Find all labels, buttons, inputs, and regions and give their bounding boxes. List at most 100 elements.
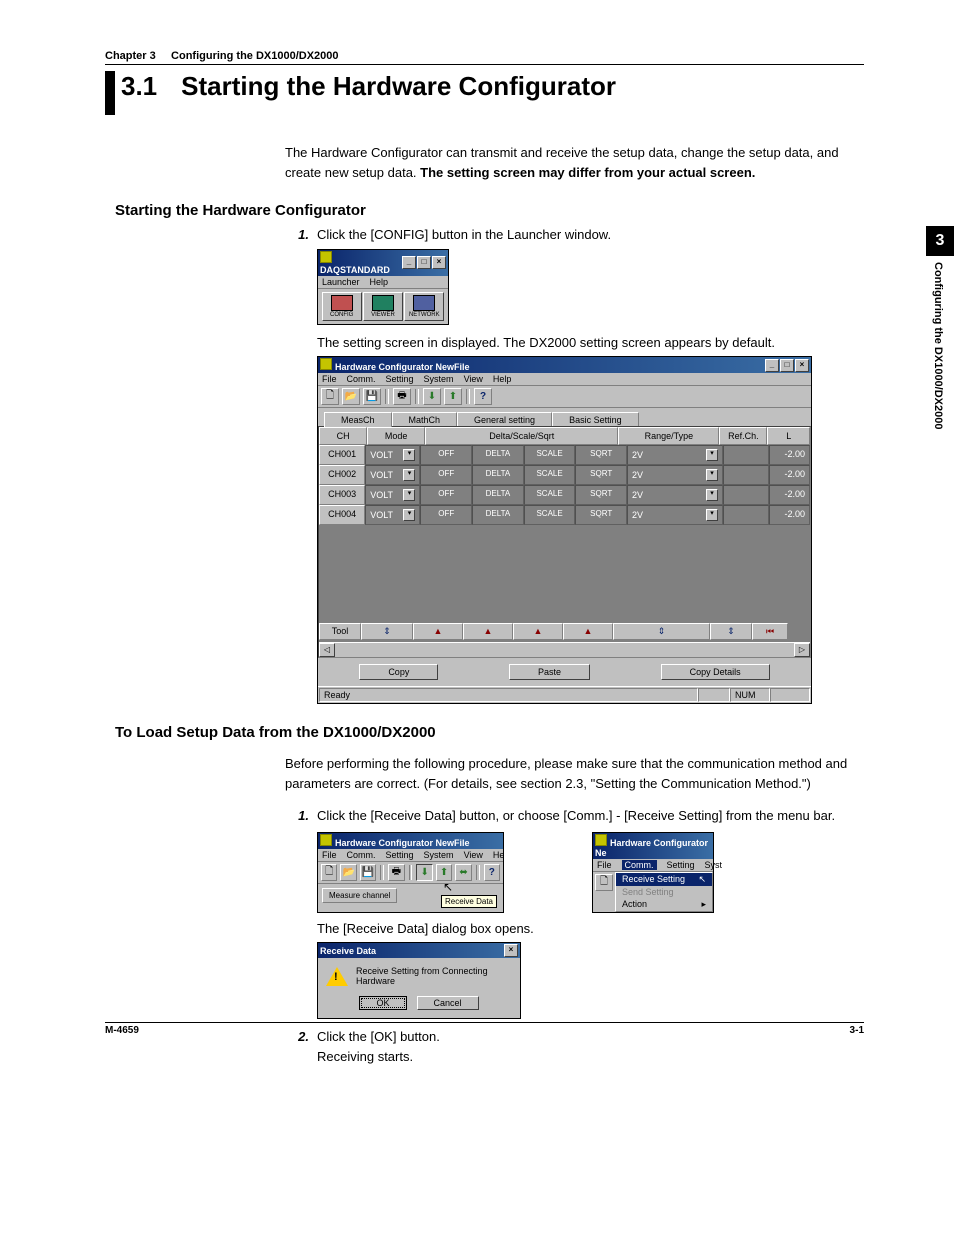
menu-help[interactable]: Help [493,374,512,384]
sqrt-button[interactable]: SQRT [575,465,627,485]
sqrt-button[interactable]: SQRT [575,485,627,505]
scroll-left-icon[interactable]: ◁ [319,643,335,657]
config-button[interactable]: CONFIG [322,292,362,321]
off-button[interactable]: OFF [420,505,472,525]
action-icon[interactable]: ⬌ [455,864,471,881]
tab-measch[interactable]: MeasCh [324,412,392,427]
copy-button[interactable]: Copy [359,664,438,680]
new-icon[interactable]: 🗋 [321,388,339,405]
tool-sort-icon[interactable]: ⇕ [710,623,752,640]
tool-up-icon[interactable]: ▲ [513,623,563,640]
menu-file[interactable]: File [322,374,337,384]
menu-item-receive-setting[interactable]: Receive Setting↖ [616,873,712,886]
receive-data-button[interactable]: ⬇ [416,864,432,881]
open-icon[interactable]: 📂 [340,864,356,881]
mode-dropdown[interactable]: VOLT▾ [365,485,420,505]
menu-help[interactable]: He [493,850,505,860]
delta-button[interactable]: DELTA [472,485,524,505]
menu-system[interactable]: System [424,374,454,384]
menu-system[interactable]: Syst [705,860,723,870]
maximize-icon[interactable]: □ [780,359,794,372]
cancel-button[interactable]: Cancel [417,996,479,1010]
menu-item-action[interactable]: Action▸ [616,898,712,911]
copy-details-button[interactable]: Copy Details [661,664,770,680]
close-icon[interactable]: × [504,944,518,957]
viewer-button[interactable]: VIEWER [363,292,403,321]
minimize-icon[interactable]: _ [765,359,779,372]
mode-dropdown[interactable]: VOLT▾ [365,505,420,525]
off-button[interactable]: OFF [420,465,472,485]
horizontal-scrollbar[interactable]: ◁ ▷ [319,642,810,657]
send-icon[interactable]: ⬆ [436,864,452,881]
menu-file[interactable]: File [322,850,337,860]
tool-sort-icon[interactable]: ⇕ [613,623,710,640]
tool-end-icon[interactable]: ⏮ [752,623,788,640]
tool-up-icon[interactable]: ▲ [463,623,513,640]
scale-button[interactable]: SCALE [524,505,576,525]
open-icon[interactable]: 📂 [342,388,360,405]
minimize-icon[interactable]: _ [402,256,416,269]
tab-basic[interactable]: Basic Setting [552,412,639,427]
menu-view[interactable]: View [464,374,483,384]
ok-button[interactable]: OK [359,996,406,1010]
scale-button[interactable]: SCALE [524,465,576,485]
network-button[interactable]: NETWORK [404,292,444,321]
menu-file[interactable]: File [597,860,612,870]
delta-button[interactable]: DELTA [472,445,524,465]
range-dropdown[interactable]: 2V▾ [627,485,723,505]
tab-general[interactable]: General setting [457,412,552,427]
print-icon[interactable]: 🖶 [388,864,404,881]
menu-system[interactable]: System [424,850,454,860]
new-icon[interactable]: 🗋 [595,874,613,891]
scale-button[interactable]: SCALE [524,445,576,465]
send-icon[interactable]: ⬆ [444,388,462,405]
paste-button[interactable]: Paste [509,664,590,680]
receive-icon[interactable]: ⬇ [423,388,441,405]
save-icon[interactable]: 💾 [363,388,381,405]
print-icon[interactable]: 🖶 [393,388,411,405]
scroll-right-icon[interactable]: ▷ [794,643,810,657]
close-icon[interactable]: × [795,359,809,372]
menu-setting[interactable]: Setting [667,860,695,870]
refch-cell[interactable] [723,485,769,505]
launcher-menu-item[interactable]: Help [370,277,389,287]
scale-button[interactable]: SCALE [524,485,576,505]
range-dropdown[interactable]: 2V▾ [627,505,723,525]
l-cell[interactable]: -2.00 [769,465,810,485]
grid-tool-row: Tool ⇕ ▲ ▲ ▲ ▲ ⇕ ⇕ ⏮ [319,623,810,640]
menu-comm[interactable]: Comm. [347,374,376,384]
l-cell[interactable]: -2.00 [769,505,810,525]
menu-view[interactable]: View [464,850,483,860]
tool-up-icon[interactable]: ▲ [413,623,463,640]
range-dropdown[interactable]: 2V▾ [627,445,723,465]
maximize-icon[interactable]: □ [417,256,431,269]
new-icon[interactable]: 🗋 [321,864,337,881]
tab-mathch[interactable]: MathCh [392,412,458,427]
help-icon[interactable]: ? [484,864,500,881]
off-button[interactable]: OFF [420,445,472,465]
menu-comm[interactable]: Comm. [347,850,376,860]
refch-cell[interactable] [723,505,769,525]
save-icon[interactable]: 💾 [360,864,376,881]
refch-cell[interactable] [723,465,769,485]
delta-button[interactable]: DELTA [472,465,524,485]
tool-sort-icon[interactable]: ⇕ [361,623,413,640]
l-cell[interactable]: -2.00 [769,445,810,465]
off-button[interactable]: OFF [420,485,472,505]
l-cell[interactable]: -2.00 [769,485,810,505]
launcher-menu-item[interactable]: Launcher [322,277,360,287]
tool-up-icon[interactable]: ▲ [563,623,613,640]
refch-cell[interactable] [723,445,769,465]
help-icon[interactable]: ? [474,388,492,405]
tab-measure-channel[interactable]: Measure channel [322,888,397,903]
menu-setting[interactable]: Setting [386,850,414,860]
close-icon[interactable]: × [432,256,446,269]
range-dropdown[interactable]: 2V▾ [627,465,723,485]
delta-button[interactable]: DELTA [472,505,524,525]
menu-comm-open[interactable]: Comm. [622,860,657,870]
sqrt-button[interactable]: SQRT [575,505,627,525]
menu-setting[interactable]: Setting [386,374,414,384]
mode-dropdown[interactable]: VOLT▾ [365,465,420,485]
sqrt-button[interactable]: SQRT [575,445,627,465]
mode-dropdown[interactable]: VOLT▾ [365,445,420,465]
